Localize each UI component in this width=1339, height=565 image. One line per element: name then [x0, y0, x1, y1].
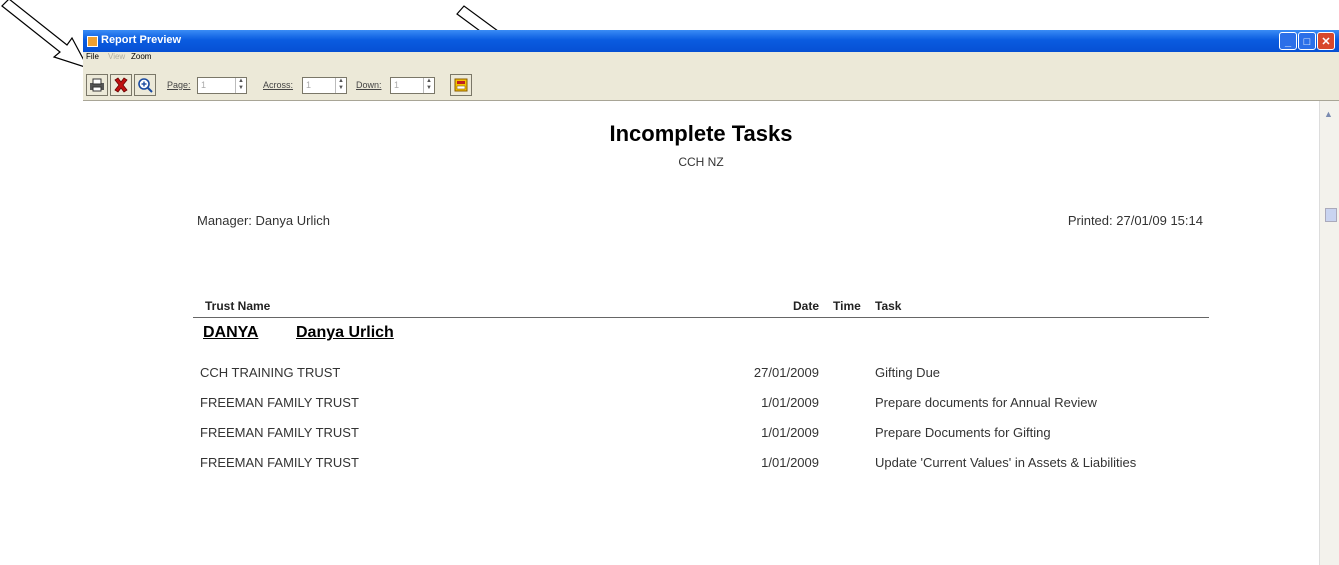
row-task: Gifting Due — [875, 365, 941, 380]
column-header-trust: Trust Name — [205, 299, 271, 313]
across-value: 1 — [306, 80, 312, 90]
table-row: FREEMAN FAMILY TRUST 1/01/2009 Update 'C… — [83, 455, 1319, 491]
row-date: 27/01/2009 — [753, 365, 819, 380]
close-icon — [114, 77, 128, 93]
column-header-task: Task — [875, 299, 902, 313]
export-button[interactable] — [450, 74, 472, 96]
table-row: FREEMAN FAMILY TRUST 1/01/2009 Prepare D… — [83, 425, 1319, 455]
group-code: DANYA — [203, 324, 259, 341]
print-button[interactable] — [86, 74, 108, 96]
maximize-button[interactable]: □ — [1298, 32, 1316, 50]
close-window-button[interactable]: ✕ — [1317, 32, 1335, 50]
page-stepper[interactable]: 1 ▲ ▼ — [197, 77, 247, 94]
across-label: Across: — [263, 80, 294, 90]
menu-view[interactable]: View — [108, 52, 125, 61]
row-task: Update 'Current Values' in Assets & Liab… — [875, 455, 1137, 470]
minimize-button[interactable]: _ — [1279, 32, 1297, 50]
manager-label: Manager: Danya Urlich — [197, 213, 330, 228]
column-header-date: Date — [792, 299, 819, 313]
export-icon — [454, 78, 468, 92]
app-icon — [87, 36, 98, 47]
row-trust: CCH TRAINING TRUST — [200, 365, 341, 380]
down-spin-arrows[interactable]: ▲ ▼ — [423, 78, 434, 93]
report-subtitle: CCH NZ — [678, 155, 724, 169]
page-spin-arrows[interactable]: ▲ ▼ — [235, 78, 246, 93]
down-value: 1 — [394, 80, 400, 90]
close-preview-button[interactable] — [110, 74, 132, 96]
menu-zoom[interactable]: Zoom — [131, 52, 151, 61]
group-name: Danya Urlich — [296, 324, 394, 341]
table-row: CCH TRAINING TRUST 27/01/2009 Gifting Du… — [83, 365, 1319, 395]
row-trust: FREEMAN FAMILY TRUST — [200, 425, 359, 440]
column-header-time: Time — [833, 299, 861, 313]
header-divider — [193, 317, 1209, 318]
report-page: Incomplete Tasks CCH NZ Manager: Danya U… — [83, 101, 1319, 565]
printed-timestamp: Printed: 27/01/09 15:14 — [1067, 213, 1203, 228]
table-row: FREEMAN FAMILY TRUST 1/01/2009 Prepare d… — [83, 395, 1319, 425]
toolbar: Page: 1 ▲ ▼ Across: 1 ▲ ▼ Down: 1 ▲ ▼ — [83, 64, 1339, 101]
across-spin-arrows[interactable]: ▲ ▼ — [335, 78, 346, 93]
page-value: 1 — [201, 80, 207, 90]
menu-bar: File View Zoom — [83, 52, 1339, 64]
zoom-button[interactable] — [134, 74, 156, 96]
scroll-up-icon[interactable]: ▲ — [1324, 109, 1333, 119]
report-title: Incomplete Tasks — [609, 121, 793, 146]
row-task: Prepare documents for Annual Review — [875, 395, 1097, 410]
row-trust: FREEMAN FAMILY TRUST — [200, 455, 359, 470]
row-date: 1/01/2009 — [761, 425, 819, 440]
across-stepper[interactable]: 1 ▲ ▼ — [302, 77, 347, 94]
vertical-scrollbar[interactable]: ▲ — [1319, 101, 1339, 565]
printer-icon — [90, 78, 104, 92]
menu-file[interactable]: File — [86, 52, 99, 61]
down-stepper[interactable]: 1 ▲ ▼ — [390, 77, 435, 94]
down-label: Down: — [356, 80, 382, 90]
row-task: Prepare Documents for Gifting — [875, 425, 1051, 440]
scroll-thumb[interactable] — [1325, 208, 1337, 222]
zoom-in-icon — [138, 78, 153, 93]
row-trust: FREEMAN FAMILY TRUST — [200, 395, 359, 410]
report-preview-window: Report Preview _ □ ✕ File View Zoom Page… — [83, 30, 1339, 565]
row-date: 1/01/2009 — [761, 395, 819, 410]
window-title: Report Preview — [101, 34, 182, 46]
annotation-arrow-icon — [1, 0, 90, 70]
title-bar[interactable]: Report Preview _ □ ✕ — [83, 30, 1339, 52]
row-date: 1/01/2009 — [761, 455, 819, 470]
page-label: Page: — [167, 80, 191, 90]
